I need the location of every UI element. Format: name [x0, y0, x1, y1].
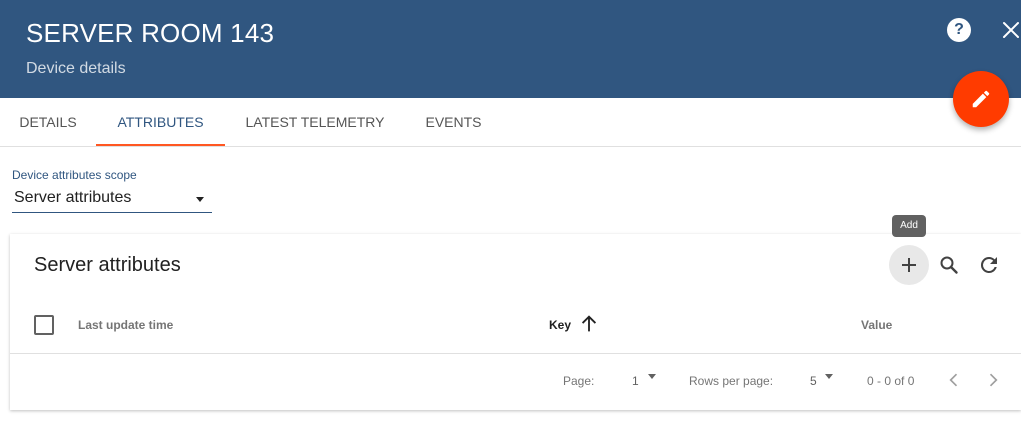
- chevron-left-icon: [949, 373, 958, 387]
- dropdown-caret-icon: [196, 197, 204, 202]
- tab-details[interactable]: DETAILS: [0, 98, 96, 146]
- rows-per-page-select[interactable]: 5: [810, 368, 836, 392]
- page-caret-icon: [648, 374, 656, 379]
- refresh-button[interactable]: [969, 245, 1009, 285]
- select-all-checkbox[interactable]: [34, 315, 54, 335]
- tab-latest-telemetry[interactable]: LATEST TELEMETRY: [225, 98, 405, 146]
- add-tooltip: Add: [892, 215, 926, 237]
- page-label: Page:: [563, 374, 595, 388]
- page-select[interactable]: 1: [632, 368, 658, 392]
- rows-per-page-label: Rows per page:: [689, 374, 774, 388]
- active-tab-indicator: [96, 144, 225, 146]
- search-button[interactable]: [929, 245, 969, 285]
- range-label: 0 - 0 of 0: [867, 374, 915, 388]
- previous-page-button[interactable]: [940, 366, 968, 394]
- tab-bar: DETAILS ATTRIBUTES LATEST TELEMETRY EVEN…: [0, 98, 1021, 147]
- next-page-button[interactable]: [979, 366, 1007, 394]
- help-icon[interactable]: ?: [947, 18, 971, 42]
- sort-arrow-up-icon[interactable]: [578, 313, 600, 335]
- chevron-right-icon: [989, 373, 998, 387]
- rows-per-page-value: 5: [810, 374, 817, 388]
- scope-value: Server attributes: [14, 189, 132, 206]
- column-key[interactable]: Key: [549, 318, 571, 332]
- device-title: SERVER ROOM 143: [26, 18, 275, 48]
- page-value: 1: [632, 374, 639, 388]
- dialog-header: SERVER ROOM 143 Device details ?: [0, 0, 1021, 98]
- attributes-card: Server attributes Last update time Key V…: [10, 234, 1021, 410]
- device-subtitle: Device details: [26, 60, 126, 77]
- column-value[interactable]: Value: [861, 318, 892, 332]
- edit-button[interactable]: [953, 71, 1009, 127]
- column-last-update-time[interactable]: Last update time: [78, 318, 173, 332]
- rows-caret-icon: [825, 374, 833, 379]
- add-button[interactable]: [889, 245, 929, 285]
- tab-events[interactable]: EVENTS: [405, 98, 502, 146]
- card-title: Server attributes: [34, 254, 181, 276]
- close-icon[interactable]: [999, 18, 1021, 42]
- scope-label: Device attributes scope: [12, 168, 137, 182]
- table-header-row: Last update time Key Value: [10, 302, 1021, 354]
- paginator: Page: 1 Rows per page: 5 0 - 0 of 0: [10, 354, 1021, 410]
- add-icon: [902, 258, 916, 272]
- tab-attributes[interactable]: ATTRIBUTES: [96, 98, 225, 146]
- scope-select[interactable]: Server attributes: [12, 189, 212, 213]
- search-icon: [940, 256, 958, 274]
- refresh-icon: [980, 256, 997, 273]
- edit-icon: [972, 90, 990, 108]
